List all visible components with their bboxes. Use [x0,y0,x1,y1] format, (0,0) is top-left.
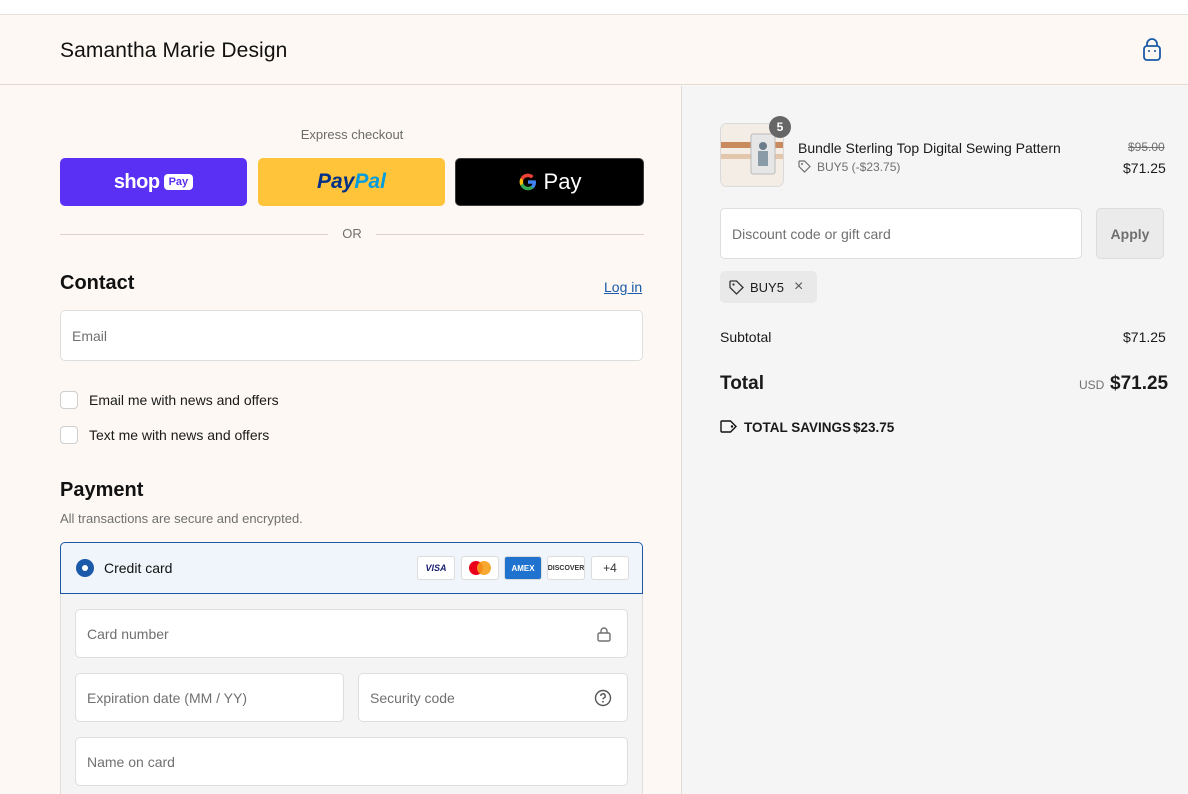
visa-icon: VISA [417,556,455,580]
currency-label: USD [1079,378,1105,392]
expiration-date-field[interactable]: Expiration date (MM / YY) [75,673,344,722]
contact-heading: Contact [60,272,135,294]
text-opt-in[interactable]: Text me with news and offers [60,424,269,446]
product-name: Bundle Sterling Top Digital Sewing Patte… [798,140,1061,156]
total-label: Total [720,373,764,394]
shop-pay-logo: shop [113,170,160,193]
credit-card-radio[interactable] [76,559,94,577]
discount-tag-icon [729,279,744,295]
original-price: $95.00 [1128,140,1165,154]
email-field[interactable]: Email [60,310,643,361]
google-g-icon [519,173,536,191]
name-on-card-field[interactable]: Name on card [75,737,628,786]
order-summary [681,86,1188,794]
google-pay-label: Pay [543,169,582,194]
login-link[interactable]: Log in [604,279,642,295]
savings-tag-icon [720,420,737,433]
total-savings-label: TOTAL SAVINGS [744,420,852,435]
shopping-bag-icon[interactable] [1141,38,1163,62]
top-strip [0,0,1188,15]
subtotal-value: $71.25 [1123,329,1166,345]
product-price: $71.25 [1123,160,1166,176]
help-icon[interactable] [594,689,612,707]
google-pay-button[interactable]: Pay [455,158,644,206]
payment-subtitle: All transactions are secure and encrypte… [60,511,303,526]
discover-icon: DISCOVER [547,556,585,580]
paypal-button[interactable]: PayPal [258,158,445,206]
quantity-badge: 5 [769,116,791,138]
subtotal-label: Subtotal [720,329,772,345]
credit-card-label: Credit card [104,560,173,576]
card-number-field[interactable]: Card number [75,609,628,658]
remove-discount-icon[interactable]: × [794,278,803,296]
discount-code-input[interactable]: Discount code or gift card [720,208,1082,259]
total-savings-value: $23.75 [853,420,895,435]
security-code-field[interactable]: Security code [358,673,628,722]
discount-tag-icon [798,160,811,173]
paypal-logo: PayPal [317,170,386,193]
text-opt-in-checkbox[interactable] [60,426,78,444]
more-cards-badge: +4 [591,556,629,580]
payment-heading: Payment [60,479,144,501]
shop-pay-button[interactable]: shop Pay [60,158,247,206]
email-opt-in[interactable]: Email me with news and offers [60,389,279,411]
product-discount-line: BUY5 (-$23.75) [817,160,901,174]
header: Samantha Marie Design [0,15,1188,85]
or-divider: OR [60,226,644,242]
amex-icon: AMEX [504,556,542,580]
shop-pay-badge: Pay [163,174,194,190]
applied-discount-chip: BUY5 × [720,271,817,303]
mastercard-icon [461,556,499,580]
express-checkout-label: Express checkout [300,127,404,142]
apply-button[interactable]: Apply [1096,208,1164,259]
credit-card-option[interactable]: Credit card VISA AMEX DISCOVER +4 [60,542,643,594]
store-name[interactable]: Samantha Marie Design [60,39,287,63]
lock-icon [597,627,611,642]
total-value: $71.25 [1110,373,1169,394]
email-opt-in-checkbox[interactable] [60,391,78,409]
